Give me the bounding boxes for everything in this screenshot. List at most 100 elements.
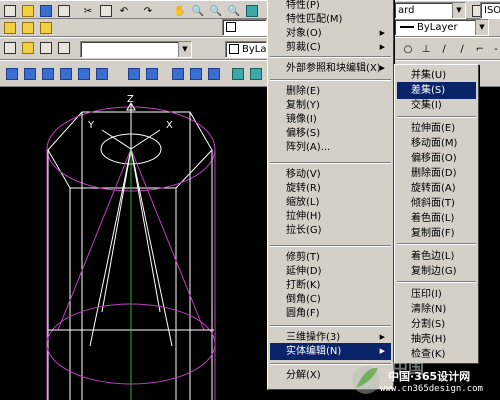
watermark-site-name: 中国·365设计网 (388, 370, 471, 383)
submenu-item-label: 复制面(F) (411, 228, 455, 239)
layers-toolbar: ByLayer ▼ (0, 19, 500, 37)
watermark-url: www.cn365design.com (380, 384, 483, 394)
circle-icon[interactable]: ○ (400, 41, 416, 57)
menu-item-label: 特性匹配(M) (286, 14, 343, 25)
submenu-item-label: 倾斜面(T) (411, 198, 455, 209)
cylinder-solid-icon[interactable] (40, 66, 56, 82)
menu-item-label: 移动(V) (286, 169, 321, 180)
layer-combo[interactable]: ByLayer (225, 41, 267, 58)
dim-style-combo[interactable]: ISO- (480, 2, 500, 19)
box-solid-icon[interactable] (4, 66, 20, 82)
zoom-previous-icon[interactable]: 🔍 (226, 3, 242, 19)
open-file-icon[interactable] (20, 3, 36, 19)
bulb-icon[interactable] (20, 20, 36, 36)
color-combo[interactable] (222, 19, 267, 36)
cut-icon[interactable]: ✂ (80, 3, 96, 19)
submenu-separator (397, 281, 476, 283)
submenu-item-label: 复制边(G) (411, 266, 457, 277)
ordinate-dim-icon[interactable]: ⌐ (472, 41, 488, 57)
chevron-down-icon[interactable]: ▼ (475, 20, 488, 35)
menu-item-label: 删除(E) (286, 86, 321, 97)
setup-view-icon[interactable] (230, 66, 246, 82)
menu-separator (270, 79, 391, 81)
menu-item-10[interactable]: 阵列(A)... (270, 139, 391, 156)
menu-separator (270, 325, 391, 327)
sun-icon[interactable] (38, 20, 54, 36)
print-icon[interactable] (56, 3, 72, 19)
undo-icon[interactable]: ↶ (116, 3, 132, 19)
save-icon[interactable] (38, 3, 54, 19)
text-style-value: ard (398, 5, 415, 16)
menu-item-label: 外部参照和块编辑(X) (286, 63, 381, 74)
dim-more-icon[interactable]: - (488, 41, 500, 57)
axis-label-x: X (166, 120, 173, 131)
submenu-item-label: 压印(I) (411, 289, 442, 300)
cone-line-2 (130, 148, 205, 331)
pan-icon[interactable]: ✋ (172, 3, 188, 19)
axis-label-z: Z (127, 94, 134, 105)
text-style-combo[interactable]: ard ▼ (394, 2, 466, 19)
slice-icon[interactable] (188, 66, 204, 82)
menu-item-label: 修剪(T) (286, 252, 320, 263)
cad-application-window: ✂ ↶ ↷ ✋ 🔍 🔍 🔍 ard ▼ ISO- ByLayer ▼ ▼ ByLay… (0, 0, 500, 400)
menu-item-15[interactable]: 拉长(G) (270, 222, 391, 239)
freeze-icon[interactable] (38, 40, 54, 56)
submenu-arrow-icon: ▶ (379, 43, 385, 51)
properties-toolbar: ▼ ByLayer ○ ⊥ ∕ ∕ ⌐ - (0, 37, 500, 60)
submenu-item-label: 删除面(D) (411, 168, 457, 179)
ucs-y-axis (101, 129, 132, 150)
layer-manager-icon[interactable] (2, 20, 18, 36)
submenu-item-label: 抽壳(H) (411, 334, 447, 345)
linear-dim-icon[interactable]: ∕ (436, 41, 452, 57)
sphere-solid-icon[interactable] (76, 66, 92, 82)
menu-item-label: 圆角(F) (286, 308, 320, 319)
menu-item-label: 三维操作(3) (286, 332, 341, 343)
properties-icon[interactable] (244, 3, 260, 19)
lock-icon[interactable] (56, 40, 72, 56)
menu-item-label: 镜像(I) (286, 114, 317, 125)
submenu-item-label: 并集(U) (411, 70, 447, 81)
menu-item-20[interactable]: 圆角(F) (270, 305, 391, 322)
menu-item-5[interactable]: 外部参照和块编辑(X) ▶ (270, 60, 391, 77)
section-icon[interactable] (170, 66, 186, 82)
linetype-combo[interactable]: ByLayer ▼ (394, 19, 489, 36)
setup-profile-icon[interactable] (248, 66, 264, 82)
axis-label-y: Y (87, 120, 95, 131)
menu-separator (270, 245, 391, 247)
submenu-item-11[interactable]: 复制面(F) (397, 225, 476, 242)
interfere-icon[interactable] (206, 66, 222, 82)
submenu-item-label: 旋转面(A) (411, 183, 456, 194)
submenu-item-label: 偏移面(O) (411, 153, 457, 164)
extrude-icon[interactable] (126, 66, 142, 82)
cone-line-5 (101, 148, 132, 313)
cone-solid-icon[interactable] (58, 66, 74, 82)
copy-icon[interactable] (98, 3, 114, 19)
menu-separator (270, 162, 391, 164)
chevron-down-icon[interactable]: ▼ (452, 3, 465, 18)
layer-state-icon[interactable] (20, 40, 36, 56)
menu-item-label: 对象(O) (286, 28, 322, 39)
zoom-realtime-icon[interactable]: 🔍 (190, 3, 206, 19)
menu-item-4[interactable]: 剪裁(C) ▶ (270, 39, 391, 56)
torus-solid-icon[interactable] (94, 66, 110, 82)
menu-item-label: 实体编辑(N) (286, 346, 342, 357)
submenu-item-3[interactable]: 交集(I) (397, 97, 476, 114)
layer-list-combo[interactable]: ▼ (80, 41, 192, 58)
angle-icon[interactable]: ⊥ (418, 41, 434, 57)
new-file-icon[interactable] (2, 3, 18, 19)
redo-icon[interactable]: ↷ (140, 3, 156, 19)
menu-separator (270, 56, 391, 58)
submenu-item-label: 着色边(L) (411, 251, 455, 262)
menu-item-label: 旋转(R) (286, 183, 321, 194)
submenu-item-label: 分割(S) (411, 319, 446, 330)
menu-item-label: 剪裁(C) (286, 42, 321, 53)
layer-icon[interactable] (2, 40, 18, 56)
aligned-dim-icon[interactable]: ∕ (454, 41, 470, 57)
revolve-icon[interactable] (144, 66, 160, 82)
chevron-down-icon[interactable]: ▼ (178, 42, 191, 57)
wedge-solid-icon[interactable] (22, 66, 38, 82)
submenu-item-13[interactable]: 复制边(G) (397, 263, 476, 280)
cone-line-4 (130, 148, 173, 347)
zoom-window-icon[interactable]: 🔍 (208, 3, 224, 19)
cone-line-3 (89, 148, 132, 347)
